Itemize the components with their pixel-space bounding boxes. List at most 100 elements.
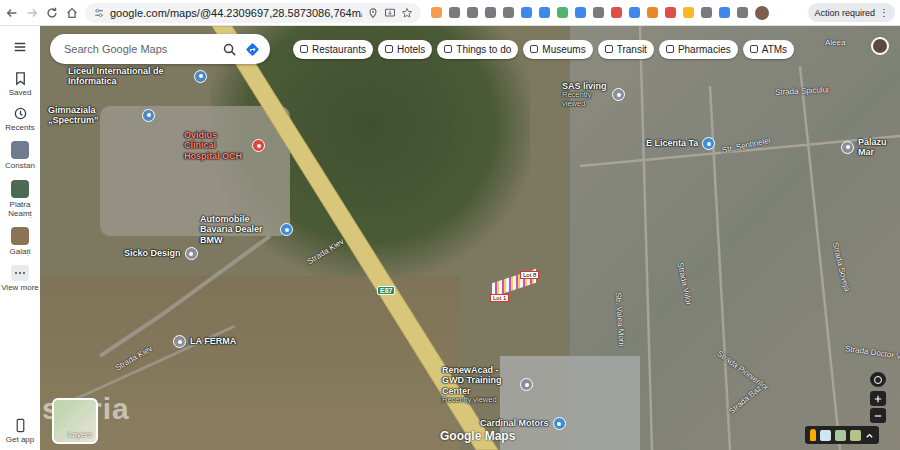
- sidebar-item[interactable]: Galați: [0, 227, 40, 256]
- category-chip[interactable]: Museums: [523, 40, 592, 59]
- category-chip[interactable]: ATMs: [743, 40, 794, 59]
- extension-icon[interactable]: [611, 7, 622, 18]
- place-marker[interactable]: Cardinal Motors: [480, 417, 566, 430]
- address-bar[interactable]: google.com/maps/@44.2309697,28.5873086,7…: [85, 3, 421, 23]
- pegman-icon[interactable]: [810, 429, 816, 441]
- place-pin-icon: [702, 137, 715, 150]
- home-icon[interactable]: [65, 6, 79, 20]
- install-icon[interactable]: [384, 7, 396, 19]
- place-note: Recently viewed: [562, 91, 608, 108]
- place-marker[interactable]: Liceul International de Informatica: [68, 66, 207, 87]
- extension-icon[interactable]: [683, 7, 694, 18]
- chip-label: Transit: [617, 44, 647, 55]
- place-text: Cardinal Motors: [480, 418, 549, 428]
- extension-icon[interactable]: [521, 7, 532, 18]
- place-marker[interactable]: RenewAcad - GWD Training Center Recently…: [442, 365, 533, 405]
- location-icon[interactable]: [367, 7, 379, 19]
- extension-icon[interactable]: [557, 7, 568, 18]
- place-text: Gimnaziala „Spectrum”: [48, 105, 138, 126]
- satellite-map[interactable]: storia Search Google Maps Restaurants Ho…: [40, 26, 900, 450]
- reload-icon[interactable]: [45, 6, 59, 20]
- place-marker[interactable]: Gimnaziala „Spectrum”: [48, 105, 155, 126]
- terrain-thumbnail[interactable]: [820, 430, 831, 441]
- extension-icon[interactable]: [701, 7, 712, 18]
- account-avatar[interactable]: [871, 37, 889, 55]
- sidebar-item[interactable]: Piatra Neamț: [0, 180, 40, 218]
- get-app-button[interactable]: Get app: [0, 418, 40, 444]
- lot-label[interactable]: Lot 8: [520, 271, 539, 279]
- profile-icon[interactable]: [755, 6, 769, 20]
- google-maps-logo: Google Maps: [440, 429, 515, 443]
- forward-icon[interactable]: [25, 6, 39, 20]
- place-name: Cardinal Motors: [480, 418, 549, 428]
- place-marker[interactable]: E Licenta Ta: [646, 137, 715, 150]
- extension-icon[interactable]: [665, 7, 676, 18]
- kiev-street: [100, 236, 270, 356]
- place-name: SAS living: [562, 81, 608, 91]
- transit-thumbnail[interactable]: [850, 430, 861, 441]
- action-required-button[interactable]: Action required ⋮: [808, 3, 895, 22]
- search-icon[interactable]: [222, 42, 237, 57]
- sidebar-item[interactable]: Constan: [0, 141, 40, 170]
- place-text: Liceul International de Informatica: [68, 66, 190, 87]
- place-name: Ovidius Clinical Hospital OCH: [184, 130, 248, 161]
- bookmark-icon: [13, 71, 28, 86]
- place-marker[interactable]: LA FERMA: [173, 335, 236, 348]
- extension-icon[interactable]: [737, 7, 748, 18]
- sidebar-label: Recents: [5, 123, 34, 132]
- extension-icon[interactable]: [467, 7, 478, 18]
- place-marker[interactable]: Automobile Bavaria Dealer BMW: [200, 214, 293, 245]
- zoom-out-icon[interactable]: [870, 408, 886, 423]
- sidebar-item[interactable]: Saved: [0, 71, 40, 97]
- category-chip[interactable]: Restaurants: [293, 40, 373, 59]
- extension-icon[interactable]: [485, 7, 496, 18]
- back-icon[interactable]: [5, 6, 19, 20]
- search-placeholder[interactable]: Search Google Maps: [64, 43, 214, 55]
- place-marker[interactable]: Sicko Design: [124, 247, 198, 260]
- extension-icon[interactable]: [431, 7, 442, 18]
- extension-icon[interactable]: [647, 7, 658, 18]
- place-marker[interactable]: Ovidius Clinical Hospital OCH: [184, 130, 265, 161]
- chip-label: Restaurants: [312, 44, 366, 55]
- chip-label: Things to do: [456, 44, 511, 55]
- expand-icon[interactable]: [865, 431, 874, 440]
- browser-window: google.com/maps/@44.2309697,28.5873086,7…: [0, 0, 900, 450]
- zoom-in-icon[interactable]: [870, 391, 886, 406]
- category-chip[interactable]: Pharmacies: [659, 40, 738, 59]
- place-marker[interactable]: Palazu Mar: [841, 137, 900, 158]
- place-name: E Licenta Ta: [646, 138, 698, 148]
- category-chip[interactable]: Hotels: [378, 40, 432, 59]
- place-text: Automobile Bavaria Dealer BMW: [200, 214, 276, 245]
- star-icon[interactable]: [401, 7, 413, 19]
- place-text: RenewAcad - GWD Training Center Recently…: [442, 365, 516, 405]
- hospital-campus: [100, 106, 290, 236]
- map-controls: [870, 372, 886, 423]
- sidebar-item[interactable]: View more: [0, 265, 40, 292]
- place-pin-icon: [173, 335, 186, 348]
- extension-icon[interactable]: [629, 7, 640, 18]
- category-icon: [605, 45, 613, 53]
- extension-icon[interactable]: [719, 7, 730, 18]
- chip-label: Pharmacies: [678, 44, 731, 55]
- traffic-thumbnail[interactable]: [835, 430, 846, 441]
- extension-icon[interactable]: [593, 7, 604, 18]
- extension-icon[interactable]: [503, 7, 514, 18]
- place-marker[interactable]: SAS living Recently viewed: [562, 81, 625, 109]
- extension-icon[interactable]: [575, 7, 586, 18]
- directions-icon[interactable]: [245, 42, 260, 57]
- url-text[interactable]: google.com/maps/@44.2309697,28.5873086,7…: [110, 7, 362, 19]
- search-box[interactable]: Search Google Maps: [50, 34, 270, 64]
- sidebar-label: Saved: [9, 88, 32, 97]
- category-chip[interactable]: Things to do: [437, 40, 518, 59]
- my-location-icon[interactable]: [870, 372, 886, 387]
- sidebar-item[interactable]: Recents: [0, 106, 40, 132]
- lot-label[interactable]: Lot 1: [490, 294, 509, 302]
- layers-button[interactable]: Layers: [52, 398, 98, 444]
- category-chip[interactable]: Transit: [598, 40, 654, 59]
- extension-icon[interactable]: [539, 7, 550, 18]
- extension-icon[interactable]: [449, 7, 460, 18]
- chip-label: Hotels: [397, 44, 425, 55]
- more-icon: [11, 265, 29, 281]
- hamburger-icon[interactable]: [13, 40, 27, 54]
- site-info-icon[interactable]: [93, 7, 105, 19]
